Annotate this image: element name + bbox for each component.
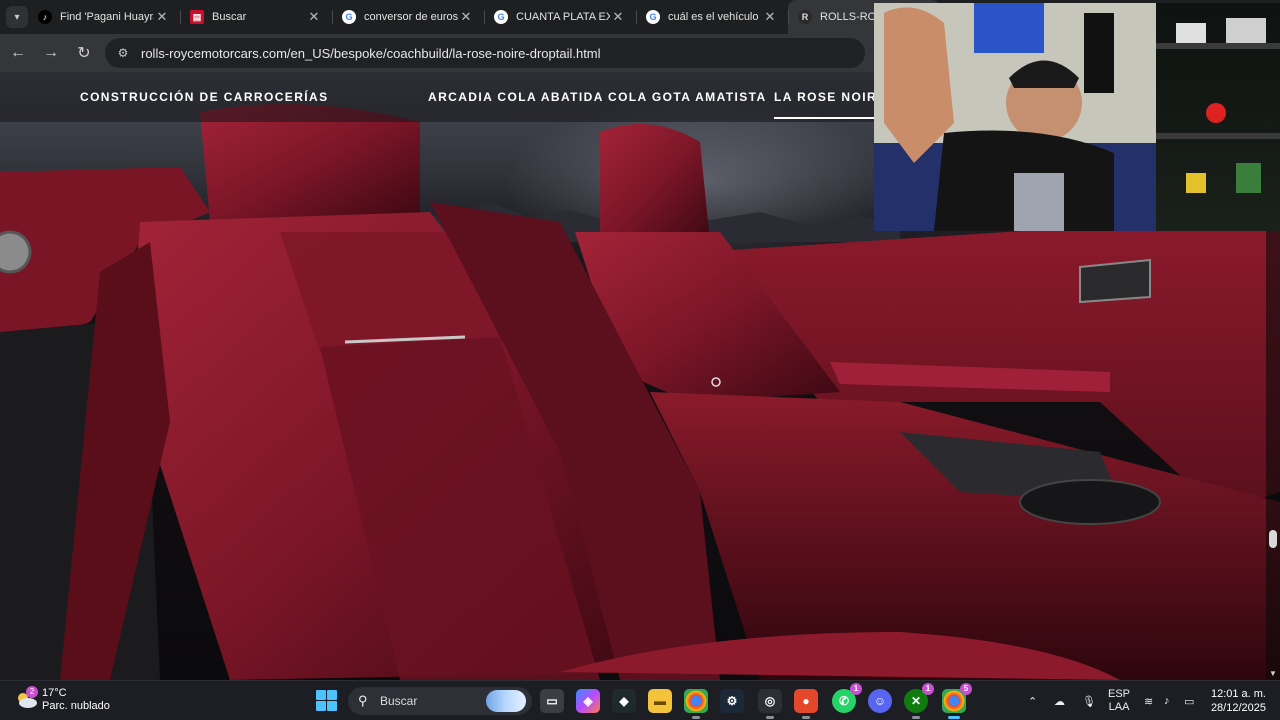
webcam-person-image (874, 3, 1156, 231)
webcam-overlay (874, 3, 1156, 231)
chevron-up-icon: ⌃ (1028, 695, 1038, 708)
microphone-button[interactable]: 🎙 (1082, 681, 1096, 720)
cloud-icon: ☁ (1054, 695, 1065, 708)
app-button[interactable]: ◆ (612, 689, 636, 713)
show-hidden-icons-button[interactable]: ⌃ (1028, 681, 1037, 720)
taskbar-search[interactable]: ⚲ Buscar (348, 687, 532, 715)
arrow-left-icon: ← (10, 44, 26, 61)
chrome-button[interactable] (684, 689, 708, 719)
close-icon[interactable]: ✕ (458, 9, 474, 25)
chrome-badge: 5 (960, 683, 972, 695)
weather-badge: 2 (26, 686, 38, 698)
close-icon[interactable]: ✕ (154, 9, 170, 25)
google-icon: G (494, 10, 508, 24)
scroll-down-icon[interactable]: ▼ (1268, 670, 1278, 678)
tab-buscar[interactable]: ▤ Buscar ✕ (180, 0, 332, 34)
folder-icon: ▬ (654, 694, 666, 708)
webcam-shelf-image (1156, 3, 1280, 231)
tab-search-dropdown[interactable]: ▾ (6, 6, 28, 28)
nav-la-rose-noire[interactable]: LA ROSE NOIRE (774, 90, 886, 104)
discord-icon: ☺ (873, 694, 887, 708)
app-orange-button[interactable]: ● (794, 689, 818, 719)
google-icon: G (342, 10, 356, 24)
forward-button[interactable]: → (36, 38, 66, 68)
nav-arcadia-cola-abatida[interactable]: ARCADIA COLA ABATIDA (428, 90, 604, 104)
tab-vehiculo[interactable]: G cuál es el vehículo de ✕ (636, 0, 788, 34)
close-icon[interactable]: ✕ (610, 9, 626, 25)
reload-icon: ↻ (77, 45, 91, 62)
search-highlight-image (486, 690, 526, 712)
nav-construccion-carrocerias[interactable]: CONSTRUCCIÓN DE CARROCERÍAS (80, 90, 328, 104)
wifi-icon: ≋ (1144, 695, 1154, 708)
task-view-button[interactable]: ▭ (540, 689, 564, 713)
tiktok-icon: ♪ (38, 10, 52, 24)
obs-button[interactable]: ◎ (758, 689, 782, 719)
url-text: rolls-roycemotorcars.com/en_US/bespoke/c… (141, 45, 601, 61)
whatsapp-icon: ✆ (838, 694, 850, 708)
partly-cloudy-icon: 2 (14, 686, 38, 712)
whatsapp-badge: 1 (850, 683, 862, 695)
obs-icon: ◎ (764, 694, 776, 708)
site-info-icon[interactable]: ⚙ (115, 45, 131, 61)
tab-cuanta-plata[interactable]: G CUANTA PLATA EXIS ✕ (484, 0, 636, 34)
weather-desc: Parc. nublado (42, 700, 110, 712)
orange-app-icon: ● (802, 694, 810, 708)
search-icon: ⚲ (358, 693, 368, 708)
nav-active-underline (774, 117, 874, 119)
close-icon[interactable]: ✕ (762, 9, 778, 25)
reload-button[interactable]: ↻ (69, 38, 99, 68)
buscar-icon: ▤ (190, 10, 204, 24)
lang-top: ESP (1108, 688, 1131, 700)
tab-title: cuál es el vehículo de (668, 11, 762, 23)
app-icon: ◆ (619, 694, 629, 708)
copilot-button[interactable]: ◈ (576, 689, 600, 713)
whatsapp-button[interactable]: ✆ 1 (832, 683, 862, 713)
weather-widget[interactable]: 2 17°C Parc. nublado (14, 686, 110, 713)
scrollbar-thumb[interactable] (1269, 530, 1277, 548)
tab-title: Find 'Pagani Huayra (60, 11, 154, 23)
battery-button[interactable]: ▭ (1184, 681, 1194, 720)
back-button[interactable]: ← (3, 38, 33, 68)
arrow-right-icon: → (43, 44, 59, 61)
start-button[interactable] (316, 690, 337, 711)
clock-time: 12:01 a. m. (1210, 688, 1266, 700)
tab-title: conversor de euros a (364, 11, 458, 23)
tab-pagani[interactable]: ♪ Find 'Pagani Huayra ✕ (28, 0, 180, 34)
copilot-icon: ◈ (583, 694, 593, 708)
volume-icon: ♪ (1164, 695, 1170, 707)
chrome-active-button[interactable]: 5 (942, 683, 972, 719)
clock-date: 28/12/2025 (1210, 702, 1266, 714)
chevron-down-icon: ▾ (14, 11, 20, 23)
volume-button[interactable]: ♪ (1164, 681, 1170, 720)
network-button[interactable]: ≋ (1144, 681, 1153, 720)
task-view-icon: ▭ (546, 694, 558, 708)
nav-cola-gota-amatista[interactable]: COLA GOTA AMATISTA (608, 90, 767, 104)
file-explorer-button[interactable]: ▬ (648, 689, 672, 713)
search-placeholder: Buscar (380, 694, 418, 708)
language-indicator[interactable]: ESP LAA (1108, 681, 1130, 720)
clock[interactable]: 12:01 a. m. 28/12/2025 (1211, 687, 1266, 715)
tab-conversor[interactable]: G conversor de euros a ✕ (332, 0, 484, 34)
tab-title: Buscar (212, 11, 247, 23)
weather-temp: 17°C (42, 687, 67, 699)
google-icon: G (646, 10, 660, 24)
onedrive-button[interactable]: ☁ (1054, 681, 1065, 720)
steam-button[interactable]: ⚙ (720, 689, 744, 713)
xbox-icon: ✕ (910, 694, 922, 708)
rolls-royce-icon: R (798, 10, 812, 24)
discord-button[interactable]: ☺ (868, 689, 892, 713)
xbox-badge: 1 (922, 683, 934, 695)
xbox-button[interactable]: ✕ 1 (904, 683, 934, 719)
taskbar: 2 17°C Parc. nublado ⚲ Buscar ▭ ◈ ◆ ▬ ⚙ … (0, 680, 1280, 720)
tab-title: CUANTA PLATA EXIS (516, 11, 610, 23)
windows-logo-icon (316, 690, 326, 700)
steam-icon: ⚙ (726, 694, 738, 708)
address-bar[interactable]: ⚙ rolls-roycemotorcars.com/en_US/bespoke… (105, 38, 865, 68)
microphone-icon: 🎙 (1082, 695, 1096, 708)
close-icon[interactable]: ✕ (306, 9, 322, 25)
screen: ▾ ♪ Find 'Pagani Huayra ✕ ▤ Buscar ✕ G c… (0, 0, 1280, 720)
lang-bottom: LAA (1108, 701, 1130, 713)
battery-icon: ▭ (1184, 695, 1195, 708)
